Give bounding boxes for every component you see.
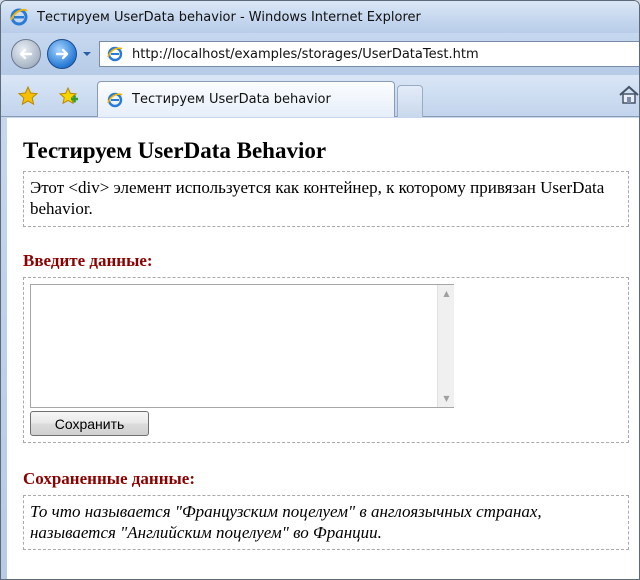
- page-content: Тестируем UserData Behavior Этот <div> э…: [7, 118, 639, 579]
- history-dropdown-button[interactable]: [81, 48, 93, 60]
- saved-label: Сохраненные данные:: [23, 469, 195, 488]
- scroll-up-icon[interactable]: ▲: [438, 285, 455, 302]
- tab-active[interactable]: Тестируем UserData behavior: [97, 81, 395, 117]
- forward-arrow-icon: [55, 48, 69, 60]
- textarea-scrollbar[interactable]: ▲ ▼: [437, 285, 454, 407]
- page-title: Тестируем UserData Behavior: [23, 138, 327, 163]
- page-icon: [106, 91, 124, 109]
- window-title: Тестируем UserData behavior - Windows In…: [37, 9, 421, 25]
- description-text: Этот <div> элемент используется как конт…: [30, 178, 605, 218]
- browser-window: Тестируем UserData behavior - Windows In…: [0, 0, 640, 580]
- internet-explorer-icon: [9, 7, 29, 27]
- address-row: http://localhost/examples/storages/UserD…: [1, 33, 639, 75]
- tab-label: Тестируем UserData behavior: [132, 92, 331, 107]
- new-tab-button[interactable]: [397, 85, 423, 117]
- data-textarea[interactable]: [30, 284, 454, 408]
- chevron-down-icon: [83, 52, 91, 56]
- forward-button[interactable]: [47, 39, 77, 69]
- save-button[interactable]: Сохранить: [30, 411, 149, 436]
- saved-container: То что называется "Французским поцелуем"…: [23, 495, 629, 550]
- page-icon: [106, 45, 124, 63]
- saved-text: То что называется "Французским поцелуем"…: [30, 502, 542, 542]
- tab-row: Тестируем UserData behavior: [1, 75, 639, 117]
- userdata-container: Этот <div> элемент используется как конт…: [23, 171, 629, 227]
- input-container: ▲ ▼ Сохранить: [23, 277, 629, 443]
- home-icon[interactable]: [617, 83, 639, 107]
- scroll-down-icon[interactable]: ▼: [438, 390, 455, 407]
- input-label: Введите данные:: [23, 251, 153, 270]
- back-button[interactable]: [11, 39, 41, 69]
- address-url: http://localhost/examples/storages/UserD…: [132, 46, 479, 62]
- add-favorite-icon[interactable]: [57, 85, 79, 107]
- title-bar: Тестируем UserData behavior - Windows In…: [1, 1, 639, 33]
- address-bar[interactable]: http://localhost/examples/storages/UserD…: [99, 41, 639, 67]
- back-arrow-icon: [19, 48, 33, 60]
- star-icon[interactable]: [17, 85, 39, 107]
